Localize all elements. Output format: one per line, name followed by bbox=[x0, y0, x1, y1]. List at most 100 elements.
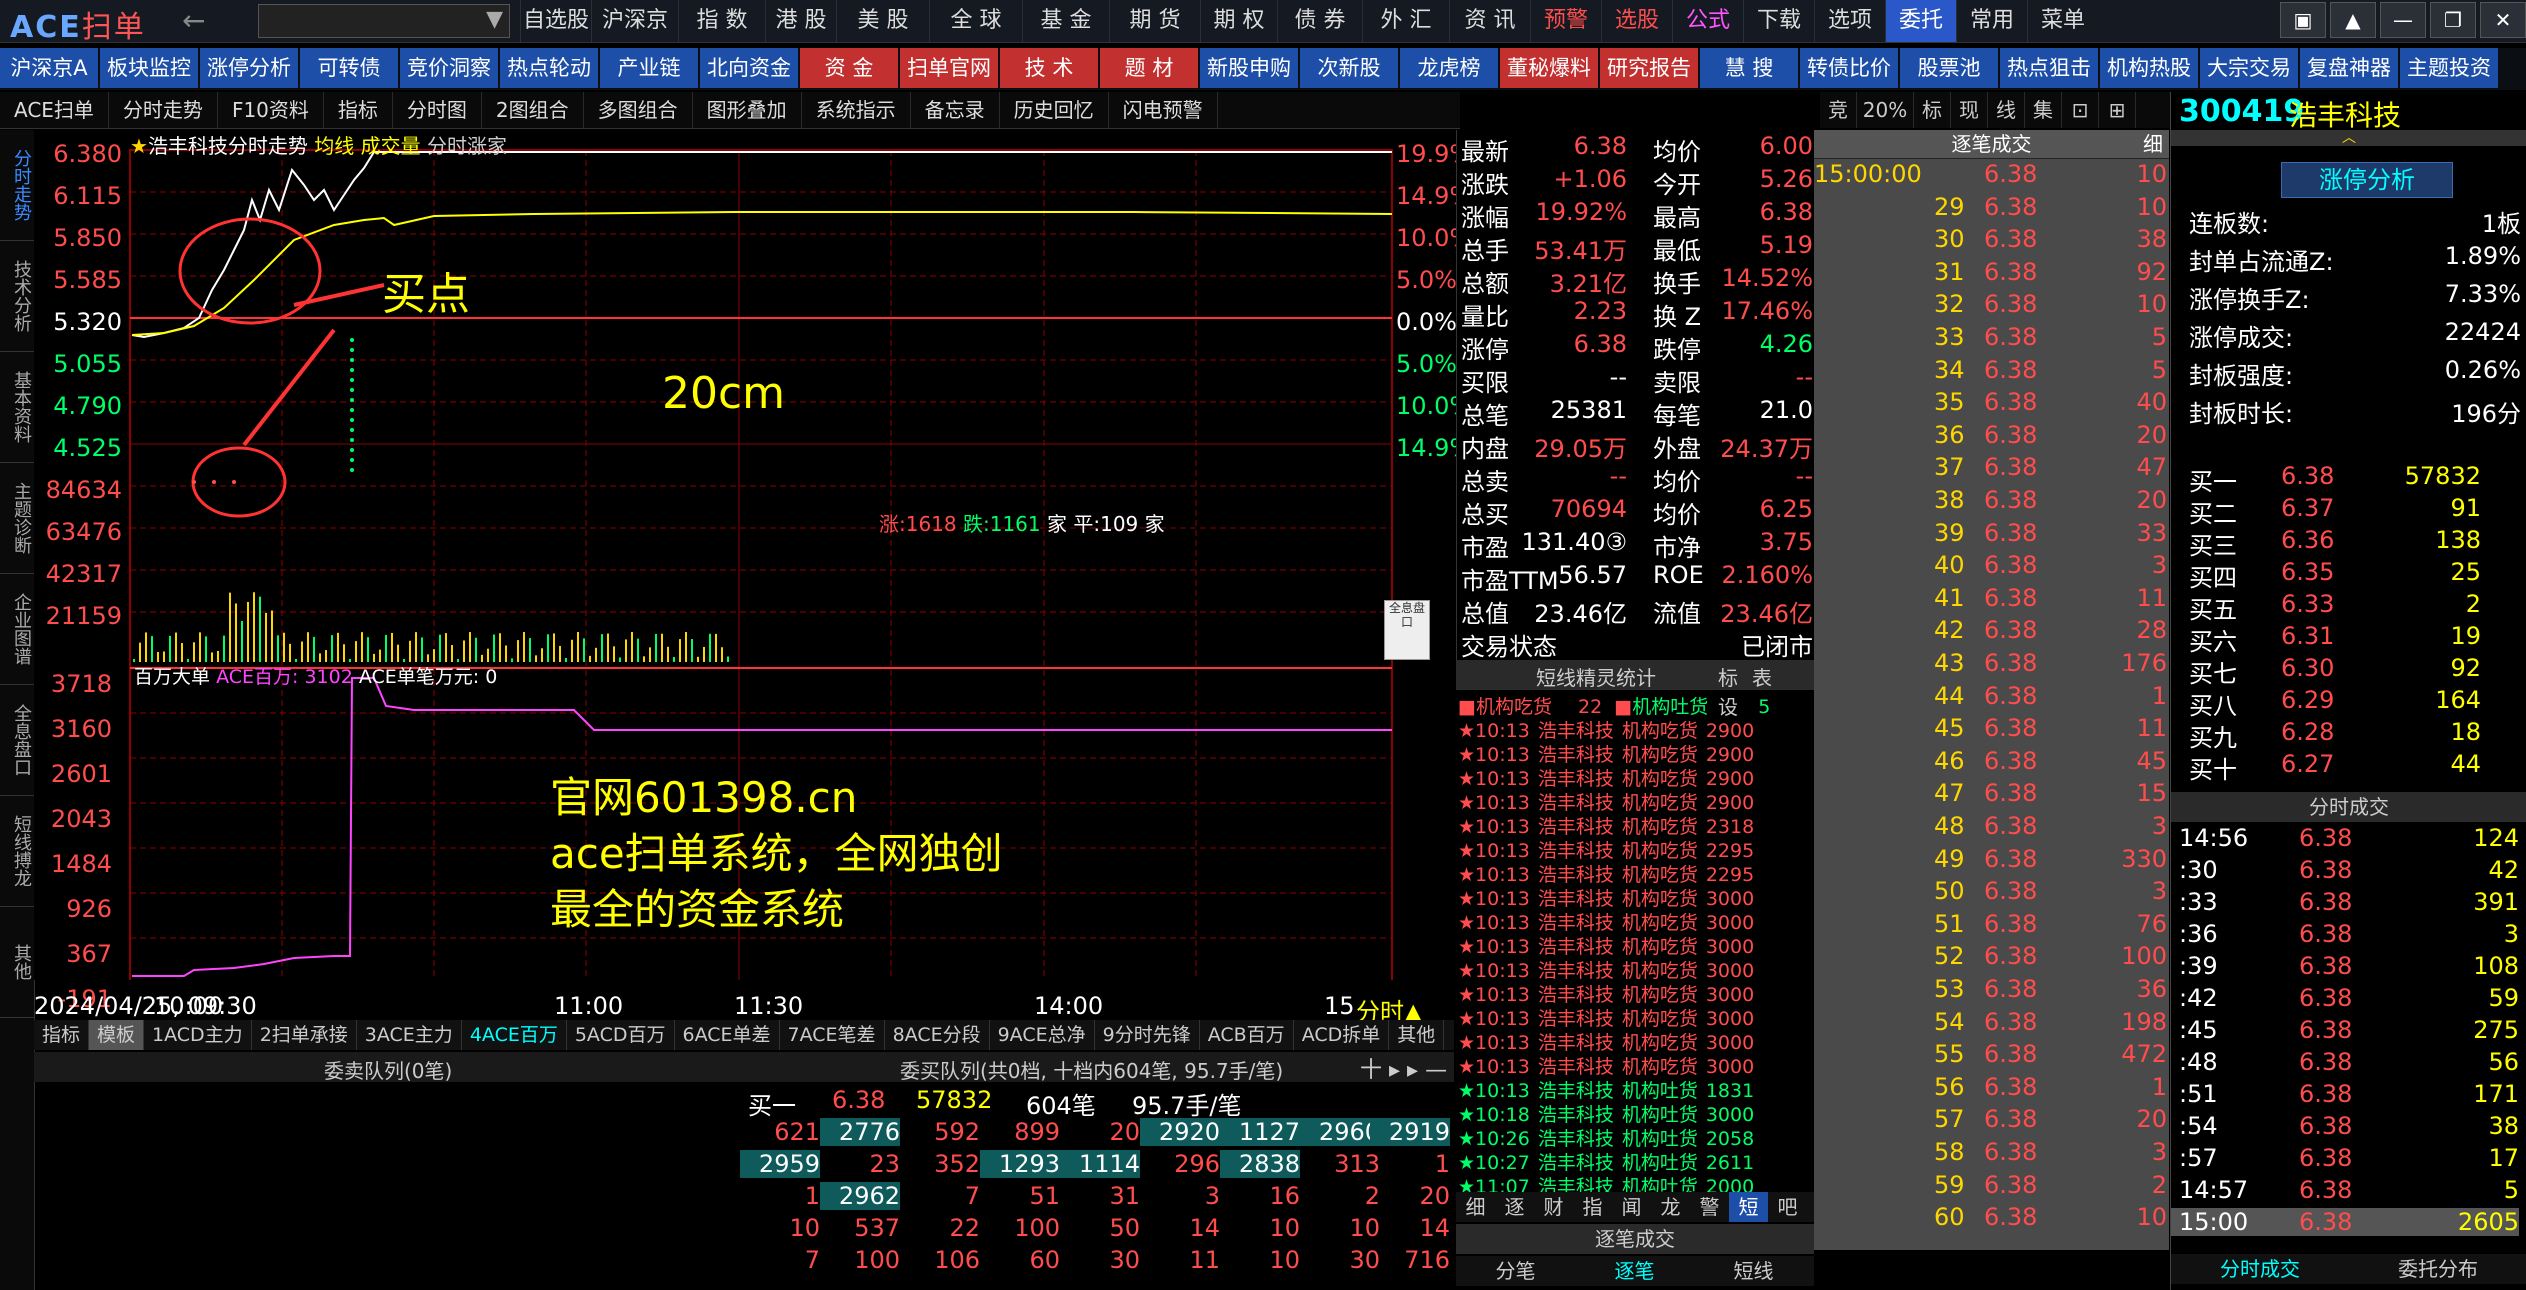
menu-item-2[interactable]: 指 数 bbox=[678, 0, 765, 42]
tab-7[interactable]: 北向资金 bbox=[700, 48, 798, 88]
menu-item-10[interactable]: 外 汇 bbox=[1362, 0, 1449, 42]
window-button-2[interactable]: — bbox=[2380, 2, 2426, 38]
tab-12[interactable]: 新股申购 bbox=[1200, 48, 1298, 88]
robot-item-10[interactable]: ★10:13 浩丰科技 机构吃货 3000 bbox=[1458, 956, 1754, 983]
tab-16[interactable]: 研究报告 bbox=[1600, 48, 1698, 88]
robot-item-13[interactable]: ★10:13 浩丰科技 机构吃货 3000 bbox=[1458, 1028, 1754, 1055]
tick-tool-1[interactable]: 20% bbox=[1857, 92, 1914, 128]
robot-item-12[interactable]: ★10:13 浩丰科技 机构吃货 3000 bbox=[1458, 1004, 1754, 1031]
back-arrow-icon[interactable]: ← bbox=[182, 4, 205, 37]
tab-4[interactable]: 竞价洞察 bbox=[400, 48, 498, 88]
menu-item-8[interactable]: 期 权 bbox=[1200, 0, 1277, 42]
tab-11[interactable]: 题 材 bbox=[1100, 48, 1198, 88]
tick-tool-7[interactable]: ⊞ bbox=[2099, 92, 2136, 128]
indicator-tab-12[interactable]: ACB百万 bbox=[1200, 1020, 1294, 1050]
tab-10[interactable]: 技 术 bbox=[1000, 48, 1098, 88]
indicator-tab-0[interactable]: 指标 bbox=[34, 1020, 90, 1050]
toolbar-item-11[interactable]: 闪电预警 bbox=[1109, 92, 1218, 128]
window-button-4[interactable]: ✕ bbox=[2480, 2, 2526, 38]
toolbar-item-5[interactable]: 2图组合 bbox=[482, 92, 584, 128]
stock-search-input[interactable]: ▼ bbox=[258, 4, 510, 38]
tab-22[interactable]: 大宗交易 bbox=[2200, 48, 2298, 88]
robot-item-4[interactable]: ★10:13 浩丰科技 机构吃货 2318 bbox=[1458, 812, 1754, 839]
toolbar-item-2[interactable]: F10资料 bbox=[218, 92, 324, 128]
tick-tool-4[interactable]: 线 bbox=[1988, 92, 2025, 128]
tab-9[interactable]: 扫单官网 bbox=[900, 48, 998, 88]
tab-21[interactable]: 机构热股 bbox=[2100, 48, 2198, 88]
menu-item-4[interactable]: 美 股 bbox=[836, 0, 929, 42]
indicator-tab-11[interactable]: 9分时先锋 bbox=[1095, 1020, 1200, 1050]
menu-item-13[interactable]: 选股 bbox=[1601, 0, 1672, 42]
tab-2[interactable]: 涨停分析 bbox=[200, 48, 298, 88]
robot-tab-1[interactable]: 逐 bbox=[1495, 1192, 1534, 1222]
robot-item-5[interactable]: ★10:13 浩丰科技 机构吃货 2295 bbox=[1458, 836, 1754, 863]
menu-item-17[interactable]: 委托 bbox=[1885, 0, 1956, 42]
window-button-3[interactable]: ❐ bbox=[2430, 2, 2476, 38]
menu-item-14[interactable]: 公式 bbox=[1672, 0, 1743, 42]
robot-item-1[interactable]: ★10:13 浩丰科技 机构吃货 2900 bbox=[1458, 740, 1754, 767]
robot-tab-6[interactable]: 警 bbox=[1690, 1192, 1729, 1222]
indicator-tab-14[interactable]: 其他 bbox=[1389, 1020, 1445, 1050]
toolbar-item-6[interactable]: 多图组合 bbox=[584, 92, 693, 128]
toolbar-item-7[interactable]: 图形叠加 bbox=[693, 92, 802, 128]
indicator-tab-8[interactable]: 7ACE笔差 bbox=[780, 1020, 885, 1050]
robot-item-0[interactable]: ★10:13 浩丰科技 机构吃货 2900 bbox=[1458, 716, 1754, 743]
robot-item-17[interactable]: ★10:26 浩丰科技 机构吐货 2058 bbox=[1458, 1124, 1754, 1151]
chevron-down-icon[interactable]: ▼ bbox=[486, 7, 503, 32]
tab-5[interactable]: 热点轮动 bbox=[500, 48, 598, 88]
indicator-tab-6[interactable]: 5ACD百万 bbox=[567, 1020, 675, 1050]
indicator-tab-7[interactable]: 6ACE单差 bbox=[675, 1020, 780, 1050]
robot-item-15[interactable]: ★10:13 浩丰科技 机构吐货 1831 bbox=[1458, 1076, 1754, 1103]
robot-item-14[interactable]: ★10:13 浩丰科技 机构吃货 3000 bbox=[1458, 1052, 1754, 1079]
indicator-tab-9[interactable]: 8ACE分段 bbox=[885, 1020, 990, 1050]
menu-item-11[interactable]: 资 讯 bbox=[1449, 0, 1530, 42]
tab-13[interactable]: 次新股 bbox=[1300, 48, 1398, 88]
tick-list[interactable]: 逐笔成交细 15:00:00 6.38 10 29 6.38 10 30 6.38 38 31 6.… bbox=[1814, 130, 2169, 1250]
tab-8[interactable]: 资 金 bbox=[800, 48, 898, 88]
menu-item-12[interactable]: 预警 bbox=[1530, 0, 1601, 42]
robot-item-16[interactable]: ★10:18 浩丰科技 机构吐货 3000 bbox=[1458, 1100, 1754, 1127]
collapse-arrow-icon[interactable]: ︿ bbox=[2171, 130, 2526, 146]
robot-tab-7[interactable]: 短 bbox=[1729, 1192, 1768, 1222]
robot-tab-2[interactable]: 财 bbox=[1534, 1192, 1573, 1222]
tick-tool-6[interactable]: ⊡ bbox=[2062, 92, 2099, 128]
indicator-tab-10[interactable]: 9ACE总净 bbox=[990, 1020, 1095, 1050]
tab-3[interactable]: 可转债 bbox=[300, 48, 398, 88]
queue-nav[interactable]: 十 ▸ ▸ — bbox=[1360, 1052, 1447, 1084]
toolbar-item-0[interactable]: ACE扫单 bbox=[0, 92, 109, 128]
tab-0[interactable]: 沪深京A bbox=[0, 48, 98, 88]
robot-tab-3[interactable]: 指 bbox=[1573, 1192, 1612, 1222]
tab-20[interactable]: 热点狙击 bbox=[2000, 48, 2098, 88]
indicator-tab-3[interactable]: 2扫单承接 bbox=[252, 1020, 357, 1050]
menu-item-19[interactable]: 菜单 bbox=[2027, 0, 2098, 42]
tab-15[interactable]: 董秘爆料 bbox=[1500, 48, 1598, 88]
indicator-tab-1[interactable]: 模板 bbox=[89, 1020, 145, 1050]
toolbar-item-3[interactable]: 指标 bbox=[324, 92, 393, 128]
tab-23[interactable]: 复盘神器 bbox=[2300, 48, 2398, 88]
toolbar-item-4[interactable]: 分时图 bbox=[393, 92, 482, 128]
menu-item-0[interactable]: 自选股 bbox=[520, 0, 591, 42]
menu-item-15[interactable]: 下载 bbox=[1743, 0, 1814, 42]
tick-tool-2[interactable]: 标 bbox=[1914, 92, 1951, 128]
tab-14[interactable]: 龙虎榜 bbox=[1400, 48, 1498, 88]
indicator-tab-13[interactable]: ACD拆单 bbox=[1294, 1020, 1390, 1050]
menu-item-16[interactable]: 选项 bbox=[1814, 0, 1885, 42]
tick-detail-button[interactable]: 细 bbox=[2143, 130, 2163, 158]
robot-item-8[interactable]: ★10:13 浩丰科技 机构吃货 3000 bbox=[1458, 908, 1754, 935]
robot-item-11[interactable]: ★10:13 浩丰科技 机构吃货 3000 bbox=[1458, 980, 1754, 1007]
toolbar-item-1[interactable]: 分时走势 bbox=[109, 92, 218, 128]
robot-item-7[interactable]: ★10:13 浩丰科技 机构吃货 3000 bbox=[1458, 884, 1754, 911]
robot-item-3[interactable]: ★10:13 浩丰科技 机构吃货 2900 bbox=[1458, 788, 1754, 815]
menu-item-7[interactable]: 期 货 bbox=[1109, 0, 1200, 42]
right-tab-0[interactable]: 分时成交 bbox=[2171, 1254, 2349, 1284]
tick-tool-3[interactable]: 现 bbox=[1951, 92, 1988, 128]
tick-tool-0[interactable]: 竞 bbox=[1820, 92, 1857, 128]
full-pan-button[interactable]: 全息盘口 bbox=[1384, 600, 1430, 660]
window-button-0[interactable]: ▣ bbox=[2280, 2, 2326, 38]
tab-17[interactable]: 慧 搜 bbox=[1700, 48, 1798, 88]
tab-19[interactable]: 股票池 bbox=[1900, 48, 1998, 88]
indicator-tab-5[interactable]: 4ACE百万 bbox=[462, 1020, 567, 1050]
menu-item-9[interactable]: 债 券 bbox=[1277, 0, 1362, 42]
toolbar-item-8[interactable]: 系统指示 bbox=[802, 92, 911, 128]
ticks-sub-tab-0[interactable]: 分笔 bbox=[1456, 1256, 1575, 1286]
